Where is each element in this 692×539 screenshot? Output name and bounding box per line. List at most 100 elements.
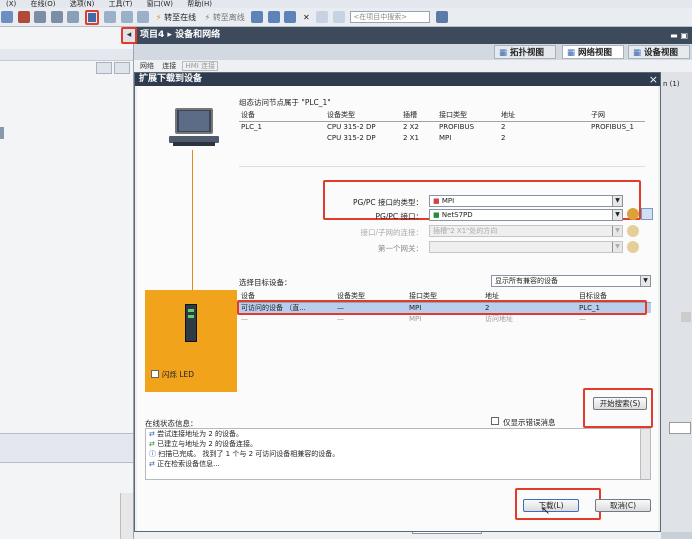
pgpc-interface-select[interactable]: ■ NetS7PD ▼ (429, 209, 623, 221)
connection-icon: ⇄ (149, 460, 155, 468)
col-header: 子网 (589, 110, 645, 122)
config-table: 设备 设备类型 插槽 接口类型 地址 子网 PLC_1 CPU 315-2 DP… (239, 110, 645, 143)
chevron-down-icon: ▼ (612, 226, 622, 236)
monitor-icon[interactable] (267, 11, 280, 23)
connection-line (192, 150, 193, 300)
pane-header (0, 49, 133, 61)
log-entry: ⇄ 正在检索设备信息... (149, 460, 220, 468)
gateway-select[interactable]: ▼ (429, 241, 623, 253)
table-row: CPU 315-2 DP 2 X1 MPI 2 (327, 133, 506, 142)
errors-only-label: 仅显示错误消息 (503, 418, 556, 427)
topology-icon: ▦ (499, 48, 508, 58)
gateway-label: 第一个网关： (378, 244, 423, 253)
network-button[interactable]: 网络 (140, 62, 154, 70)
online-icon: ⚡ (155, 13, 162, 22)
start-search-button[interactable]: 开始搜索(S) (593, 397, 647, 410)
goto-offline-button[interactable]: ⚡ 转至离线 (203, 11, 247, 24)
settings-icon[interactable] (114, 62, 130, 74)
split-horizontal-icon[interactable] (316, 11, 329, 23)
menu-item[interactable]: 选项(N) (70, 0, 95, 8)
connected-icon: ⇄ (149, 440, 155, 448)
goto-online-button[interactable]: ⚡ 转至在线 (154, 11, 198, 24)
log-entry: ⇄ 尝试连接地址为 2 的设备。 (149, 430, 244, 438)
mpi-icon: ■ (433, 197, 440, 205)
plc-icon (185, 304, 197, 342)
tree-item[interactable] (0, 127, 4, 139)
accessible-devices-icon[interactable] (137, 11, 150, 23)
force-icon[interactable] (284, 11, 297, 23)
view-toggle-icon[interactable] (96, 62, 112, 74)
menu-item[interactable]: 窗口(W) (147, 0, 173, 8)
log-entry: ⓘ 扫描已完成。 找到了 1 个与 2 可访问设备相兼容的设备。 (149, 450, 340, 458)
menu-item[interactable]: 在线(O) (31, 0, 56, 8)
collapse-arrow-icon[interactable]: ◂ (121, 27, 137, 44)
download-to-device-icon[interactable] (84, 9, 100, 26)
cancel-button[interactable]: 取消(C) (595, 499, 651, 512)
chevron-down-icon: ▼ (612, 196, 622, 206)
undo-icon[interactable] (34, 11, 47, 23)
split-vertical-icon[interactable] (332, 11, 345, 23)
upload-icon[interactable] (104, 11, 117, 23)
info-icon: ⓘ (149, 450, 156, 458)
adapter-icon: ■ (433, 211, 440, 219)
simulation-icon[interactable] (120, 11, 133, 23)
search-icon[interactable] (435, 11, 448, 23)
target-label: 选择目标设备： (239, 278, 292, 287)
project-tree-pane (0, 27, 134, 539)
project-search-input[interactable]: <在项目中搜索> (350, 11, 431, 23)
diagnostics-icon[interactable] (251, 11, 264, 23)
compile-icon[interactable] (67, 11, 80, 23)
errors-only-checkbox[interactable] (491, 417, 499, 425)
delete-icon[interactable] (17, 11, 30, 23)
tab-topology-view[interactable]: ▦ 拓扑视图 (494, 45, 556, 59)
breadcrumb: ◂ 项目4 ▸ 设备和网络 ▬ ▣ (121, 27, 692, 44)
col-header: 接口类型 (437, 110, 499, 122)
network-toolbar: 网络 连接 HMI 连接 (134, 60, 692, 72)
menu-item[interactable]: 帮助(H) (187, 0, 212, 8)
tab-network-view[interactable]: ▦ 网络视图 (562, 45, 624, 59)
cursor-icon: ↖ (541, 504, 551, 517)
log-entry: ⇄ 已建立与地址为 2 的设备连接。 (149, 440, 258, 448)
config-title: 组态访问节点属于 "PLC_1" (239, 98, 331, 107)
flash-led-checkbox[interactable] (151, 370, 159, 378)
side-dropdown[interactable] (669, 422, 691, 434)
col-header: 插槽 (401, 110, 437, 122)
log-scrollbar[interactable] (640, 429, 650, 479)
right-side-panel: n (1) (661, 72, 692, 532)
refresh-icon[interactable] (641, 208, 653, 220)
tab-device-view[interactable]: ▦ 设备视图 (628, 45, 690, 59)
new-project-icon[interactable] (1, 11, 13, 23)
menu-item[interactable]: (X) (6, 0, 16, 8)
target-device-panel: 闪烁 LED (145, 290, 237, 392)
window-controls-icon[interactable]: ▬ ▣ (670, 27, 688, 44)
cross-icon[interactable]: ✕ (301, 11, 312, 24)
status-log: ⇄ 尝试连接地址为 2 的设备。 ⇄ 已建立与地址为 2 的设备连接。 ⓘ 扫描… (145, 428, 651, 480)
offline-icon: ⚡ (204, 13, 211, 22)
col-header: 设备类型 (325, 110, 401, 122)
left-scrollbar[interactable] (120, 493, 133, 539)
connect-button[interactable]: 连接 (162, 62, 176, 70)
device-icon: ▦ (633, 48, 642, 58)
view-tabs: ▦ 拓扑视图 ▦ 网络视图 ▦ 设备视图 (134, 44, 692, 60)
hmi-connection-select[interactable]: HMI 连接 (182, 61, 219, 71)
redo-icon[interactable] (50, 11, 63, 23)
pg-laptop-icon (169, 106, 219, 150)
close-icon[interactable]: × (649, 73, 658, 86)
subnet-connection-label: 接口/子网的连接： (360, 228, 423, 237)
dialog-body: 组态访问节点属于 "PLC_1" 设备 设备类型 插槽 接口类型 地址 子网 P… (137, 86, 658, 531)
download-button[interactable]: 下载(L) (523, 499, 579, 512)
pgpc-type-select[interactable]: ■ MPI ▼ (429, 195, 623, 207)
side-scroll-icon[interactable] (681, 312, 691, 322)
details-header (0, 433, 133, 463)
main-toolbar: ⚡ 转至在线 ⚡ 转至离线 ✕ <在项目中搜索> (0, 8, 692, 27)
device-row-highlight (237, 300, 647, 315)
gateway-properties-icon[interactable] (627, 241, 639, 253)
subnet-properties-icon[interactable] (627, 225, 639, 237)
side-label: n (1) (663, 80, 680, 88)
menu-item[interactable]: 工具(T) (109, 0, 133, 8)
subnet-connection-select[interactable]: 插槽"2 X1"处的方向 ▼ (429, 225, 623, 237)
breadcrumb-project[interactable]: 项目4 (140, 30, 164, 40)
connection-icon: ⇄ (149, 430, 155, 438)
target-filter-select[interactable]: 显示所有兼容的设备 ▼ (491, 275, 651, 287)
properties-icon[interactable] (627, 208, 639, 220)
